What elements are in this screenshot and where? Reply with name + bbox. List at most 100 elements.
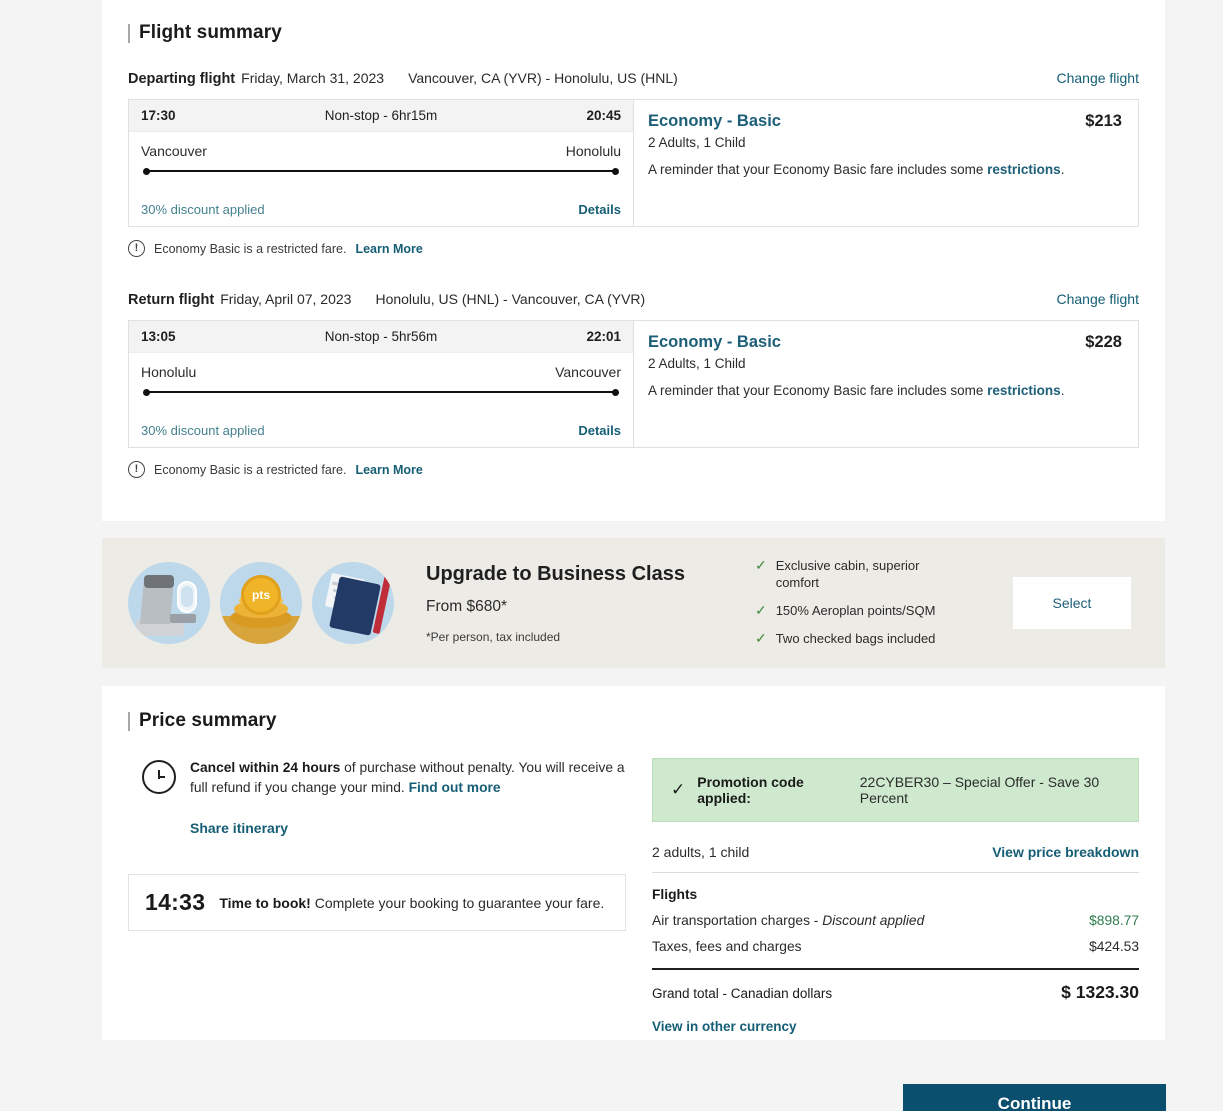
return-fare-name[interactable]: Economy - Basic [648,333,781,352]
return-fare-price: $228 [1085,333,1122,351]
return-depart-time: 13:05 [141,329,176,344]
check-icon: ✓ [754,602,767,618]
departing-fare-name[interactable]: Economy - Basic [648,112,781,131]
grand-total-row: Grand total - Canadian dollars $ 1323.30 [652,982,1139,1003]
return-origin-city: Honolulu [141,364,197,380]
departing-route-line [143,166,619,176]
departing-fare-panel: Economy - Basic $213 2 Adults, 1 Child A… [634,100,1138,226]
grand-total-value: $ 1323.30 [1061,982,1139,1002]
grand-total-label: Grand total - Canadian dollars [652,983,832,1003]
return-arrive-time: 22:01 [586,329,621,344]
departing-times-bar: 17:30 Non-stop - 6hr15m 20:45 [129,100,633,132]
list-item: ✓ 150% Aeroplan points/SQM [754,602,965,620]
share-itinerary-link[interactable]: Share itinerary [190,820,626,836]
departing-route: Vancouver, CA (YVR) - Honolulu, US (HNL) [408,70,678,86]
charge-label: Taxes, fees and charges [652,939,802,954]
upgrade-footnote: *Per person, tax included [426,629,561,644]
booking-timer-bold: Time to book! [219,894,311,911]
exclamation-icon: ! [128,240,145,257]
return-flight-header: Return flight Friday, April 07, 2023 Hon… [128,291,1139,308]
change-departing-flight-link[interactable]: Change flight [1056,70,1139,86]
departing-restricted-text: Economy Basic is a restricted fare. [154,241,347,256]
continue-button[interactable]: Continue [903,1084,1166,1111]
departing-fare-note: A reminder that your Economy Basic fare … [648,162,1122,177]
flight-summary-title: Flight summary [128,22,1139,44]
return-learn-more-link[interactable]: Learn More [355,463,422,477]
title-accent-bar [128,711,130,731]
title-accent-bar [128,23,130,43]
upgrade-feature-label: Exclusive cabin, superior comfort [775,558,920,591]
departing-fare-note-pre: A reminder that your Economy Basic fare … [648,162,988,177]
departing-passengers: 2 Adults, 1 Child [648,135,746,150]
price-summary-card: Price summary Cancel within 24 hours of … [102,686,1165,1040]
return-flight-card: 13:05 Non-stop - 5hr56m 22:01 Honolulu V… [128,320,1139,448]
booking-summary-page: Flight summary Departing flight Friday, … [0,0,1223,1111]
booking-timer-value: 14:33 [145,889,206,915]
upgrade-text-block: Upgrade to Business Class From $680* *Pe… [426,563,685,644]
departing-restrictions-link[interactable]: restrictions [987,162,1061,177]
return-details-link[interactable]: Details [578,423,621,438]
table-row: Taxes, fees and charges $424.53 [652,939,1139,954]
departing-duration: Non-stop - 6hr15m [324,108,438,123]
departing-depart-time: 17:30 [141,108,176,123]
exclamation-icon: ! [128,461,145,478]
grand-total-currency: - Canadian dollars [718,986,833,1001]
price-summary-right-column: ✓ Promotion code applied: 22CYBER30 – Sp… [652,758,1139,1034]
upgrade-feature-list: ✓ Exclusive cabin, superior comfort ✓ 15… [755,558,965,648]
return-route-line [143,387,619,397]
select-upgrade-button[interactable]: Select [1013,577,1131,629]
points-coin-label: pts [241,575,281,615]
departing-origin-city: Vancouver [141,143,207,159]
upgrade-banner: pts Upgrade to Business Class From $680*… [102,538,1165,668]
passport-baggage-icon [312,562,394,644]
departing-arrive-time: 20:45 [586,108,621,123]
return-date: Friday, April 07, 2023 [220,291,352,307]
booking-timer-box: 14:33 Time to book! Complete your bookin… [128,874,626,931]
promotion-code: 22CYBER30 – Special Offer - Save 30 Perc… [859,774,1100,806]
departing-flight-card: 17:30 Non-stop - 6hr15m 20:45 Vancouver … [128,99,1139,227]
return-restricted-notice: ! Economy Basic is a restricted fare. Le… [128,461,1139,478]
flights-charges-label: Flights [652,887,698,902]
change-return-flight-link[interactable]: Change flight [1056,291,1139,307]
business-seat-icon [128,562,210,644]
return-itinerary: 13:05 Non-stop - 5hr56m 22:01 Honolulu V… [129,321,634,447]
price-summary-title: Price summary [128,710,1139,732]
flight-summary-card: Flight summary Departing flight Friday, … [102,0,1165,521]
flight-summary-title-text: Flight summary [139,22,282,43]
list-item: ✓ Exclusive cabin, superior comfort [755,558,965,592]
cancellation-text: Cancel within 24 hours of purchase witho… [190,758,626,798]
clock-icon [142,760,176,794]
upgrade-illustrations: pts [102,562,394,644]
return-fare-note-pre: A reminder that your Economy Basic fare … [648,383,988,398]
list-item: ✓ Two checked bags included [754,629,965,648]
return-times-bar: 13:05 Non-stop - 5hr56m 22:01 [129,321,633,353]
grand-total-label-text: Grand total [652,986,719,1001]
view-price-breakdown-link[interactable]: View price breakdown [992,844,1139,860]
check-icon: ✓ [754,557,767,574]
passenger-count: 2 adults, 1 child [652,844,750,860]
aeroplan-points-icon: pts [220,562,302,644]
upgrade-feature-label: Two checked bags included [775,630,936,646]
departing-details-link[interactable]: Details [578,202,621,217]
promotion-label: Promotion code applied: [697,774,804,806]
departing-learn-more-link[interactable]: Learn More [355,242,422,256]
return-fare-note-post: . [1060,383,1065,398]
passenger-summary-row: 2 adults, 1 child View price breakdown [652,844,1139,873]
departing-destination-city: Honolulu [565,143,621,159]
return-restrictions-link[interactable]: restrictions [987,383,1061,398]
promotion-applied-banner: ✓ Promotion code applied: 22CYBER30 – Sp… [652,758,1139,822]
booking-timer-text: Time to book! Complete your booking to g… [219,895,604,911]
check-icon: ✓ [754,629,767,646]
charge-label-plain: Air transportation charges - [652,913,823,928]
departing-discount-note[interactable]: 30% discount applied [141,202,265,217]
return-passengers: 2 Adults, 1 Child [648,356,746,371]
view-other-currency-link[interactable]: View in other currency [652,1019,1139,1034]
departing-restricted-notice: ! Economy Basic is a restricted fare. Le… [128,240,1139,257]
find-out-more-link[interactable]: Find out more [409,780,501,795]
price-summary-title-text: Price summary [139,710,277,731]
return-discount-note[interactable]: 30% discount applied [141,423,265,438]
total-divider [652,968,1139,970]
return-fare-panel: Economy - Basic $228 2 Adults, 1 Child A… [634,321,1138,447]
return-fare-note: A reminder that your Economy Basic fare … [648,383,1122,398]
upgrade-feature-label: 150% Aeroplan points/SQM [775,603,936,618]
